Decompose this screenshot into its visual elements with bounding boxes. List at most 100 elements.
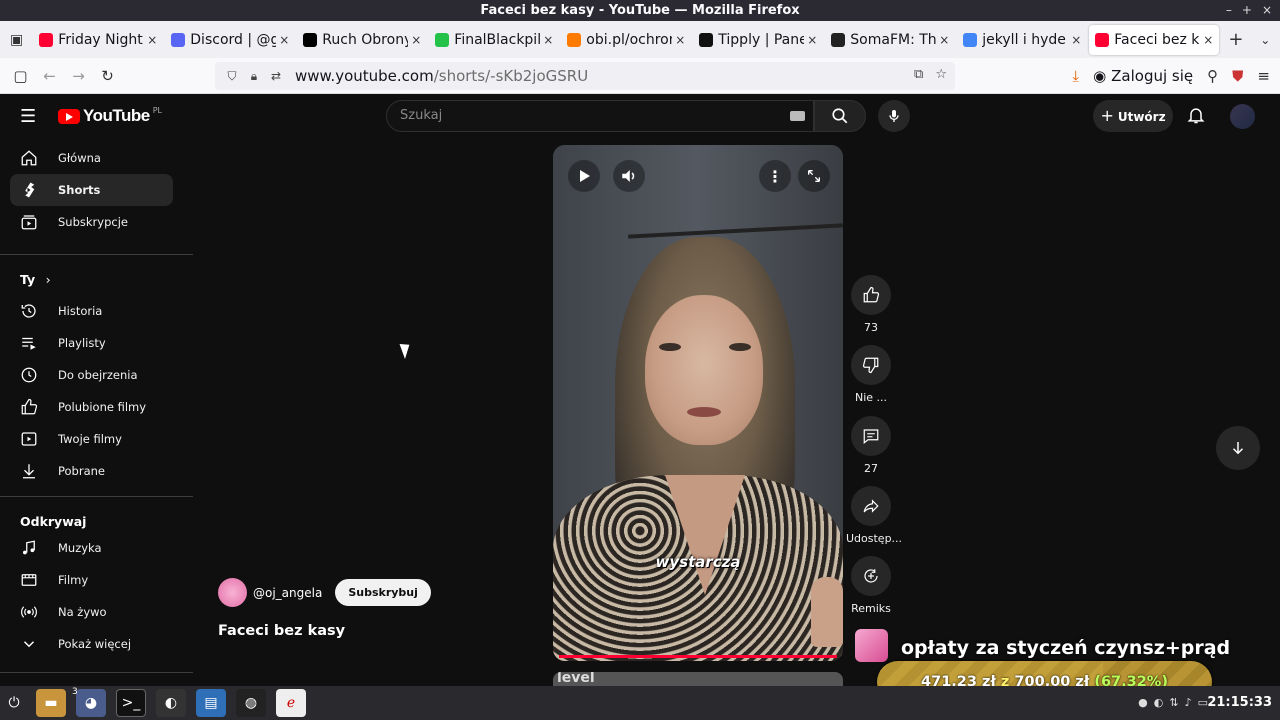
permissions-icon[interactable]: ⇄ [265,69,287,83]
avatar[interactable] [1230,104,1255,129]
remix-button[interactable] [851,556,891,596]
sidebar-item-na-żywo[interactable]: Na żywo [10,596,173,628]
youtube-logo[interactable]: YouTube PL [58,106,162,126]
power-menu-icon[interactable]: ⏻ [2,689,26,717]
sidebar-item-historia[interactable]: Historia [10,295,173,327]
ublock-icon[interactable]: ⛊ [1232,67,1243,85]
fullscreen-button[interactable] [798,160,830,192]
sidebar-item-pokaż-więcej[interactable]: Pokaż więcej [10,628,173,660]
tab-close-icon[interactable]: × [279,33,289,47]
browser-tab[interactable]: obi.pl/ochron × [561,25,691,55]
browser-tab[interactable]: Tipply | Pane × [693,25,823,55]
volume-button[interactable] [613,160,645,192]
browser-tab[interactable]: SomaFM: The × [825,25,955,55]
dislike-button[interactable] [851,345,891,385]
sidebar-item-pobrane[interactable]: Pobrane [10,455,173,487]
tab-close-icon[interactable]: × [939,33,949,47]
voice-search-button[interactable] [878,100,910,132]
new-tab-button[interactable]: + [1221,29,1250,50]
you-section-heading[interactable]: Ty › [20,272,51,287]
sidebar-item-label: Na żywo [58,605,107,619]
channel-avatar[interactable] [218,578,247,607]
sidebar-item-muzyka[interactable]: Muzyka [10,532,173,564]
dislike-action[interactable]: Nie ... [846,345,896,404]
tab-close-icon[interactable]: × [147,33,157,47]
network-icon[interactable]: ⇅ [1169,696,1178,709]
tray-steam-icon[interactable]: ◐ [1154,696,1164,709]
tab-close-icon[interactable]: × [675,33,685,47]
share-action[interactable]: Udostęp... [846,486,902,545]
back-button[interactable]: ← [35,67,64,85]
firefox-icon[interactable]: ◕ 3 [72,687,106,717]
browser-tab[interactable]: Discord | @g × [165,25,295,55]
tab-close-icon[interactable]: × [1071,33,1081,47]
comments-button[interactable] [851,416,891,456]
browser-e-icon[interactable]: ℯ [276,689,306,717]
video-progress-bar[interactable] [559,655,837,658]
tab-close-icon[interactable]: × [543,33,553,47]
share-button[interactable] [851,486,891,526]
browser-tab[interactable]: Faceci bez ka × [1089,24,1220,55]
sidebar-toggle-icon[interactable]: ▢ [6,67,35,85]
notifications-button[interactable] [1186,105,1206,129]
like-button[interactable] [851,275,891,315]
maximize-button[interactable]: + [1242,0,1252,21]
tab-close-icon[interactable]: × [411,33,421,47]
minimize-button[interactable]: – [1226,0,1232,21]
forward-button[interactable]: → [64,67,93,85]
next-short-preview[interactable]: level [553,672,843,686]
downloads-icon[interactable]: ⤓ [1072,67,1079,85]
close-window-button[interactable]: × [1262,0,1272,21]
menu-icon[interactable]: ≡ [1257,67,1270,85]
window-controls: – + × [1226,0,1272,21]
sidebar-item-twoje-filmy[interactable]: Twoje filmy [10,423,173,455]
sidebar-item-główna[interactable]: Główna [10,142,173,174]
obs-icon[interactable]: ◍ [236,689,266,717]
next-short-button[interactable] [1216,426,1260,470]
browser-tab[interactable]: jekyll i hyde - × [957,25,1087,55]
menu-burger-icon[interactable]: ☰ [20,106,36,127]
keyboard-icon[interactable] [790,111,805,121]
tab-close-icon[interactable]: × [807,33,817,47]
browser-tab[interactable]: Friday Night × [33,25,163,55]
volume-tray-icon[interactable]: ♪ [1185,696,1192,709]
comments-action[interactable]: 27 [846,416,896,475]
tray-app-icon[interactable]: ● [1138,696,1148,709]
shield-icon[interactable]: ⛉ [221,69,243,84]
account-button[interactable]: ◉ Zaloguj się [1093,67,1193,85]
lock-icon[interactable]: 🔒︎ [243,69,265,84]
url-bar[interactable]: ⛉ 🔒︎ ⇄ www.youtube.com/shorts/-sKb2joGSR… [215,62,955,90]
create-button[interactable]: + Utwórz [1093,100,1173,132]
browser-tab[interactable]: Ruch Obrony × [297,25,427,55]
subscribe-button[interactable]: Subskrybuj [335,579,431,606]
sidebar-item-filmy[interactable]: Filmy [10,564,173,596]
list-all-tabs-button[interactable]: ⌄ [1251,33,1280,47]
play-button[interactable] [568,160,600,192]
sidebar-item-shorts[interactable]: Shorts [10,174,173,206]
tab-close-icon[interactable]: × [1203,33,1213,47]
channel-name[interactable]: @oj_angela [253,586,322,600]
picture-in-picture-icon[interactable]: ⧉ [914,67,923,82]
file-manager-icon[interactable]: ▬ [36,689,66,717]
remix-action[interactable]: Remiks [846,556,896,615]
sidebar-item-playlisty[interactable]: Playlisty [10,327,173,359]
short-video-player[interactable]: wystarczą ⋮ [553,145,843,661]
like-action[interactable]: 73 [846,275,896,334]
search-input[interactable]: Szukaj [386,100,814,132]
search-button[interactable] [814,100,866,132]
terminal-icon[interactable]: >_ [116,689,146,717]
extensions-icon[interactable]: ⚲ [1207,67,1218,85]
sidebar-item-polubione-filmy[interactable]: Polubione filmy [10,391,173,423]
clock[interactable]: 21:15:33 [1207,695,1272,710]
reload-button[interactable]: ↻ [93,67,122,85]
bookmark-star-icon[interactable]: ☆ [935,67,947,82]
tab-list-icon[interactable]: ▣ [0,21,33,58]
browser-tab[interactable]: FinalBlackpill × [429,25,559,55]
url-text[interactable]: www.youtube.com/shorts/-sKb2joGSRU [295,67,588,85]
sidebar-item-subskrypcje[interactable]: Subskrypcje [10,206,173,238]
tab-title: Tipply | Pane [718,31,805,48]
more-options-button[interactable]: ⋮ [759,160,791,192]
text-editor-icon[interactable]: ▤ [196,689,226,717]
sidebar-item-do-obejrzenia[interactable]: Do obejrzenia [10,359,173,391]
steam-icon[interactable]: ◐ [156,689,186,717]
